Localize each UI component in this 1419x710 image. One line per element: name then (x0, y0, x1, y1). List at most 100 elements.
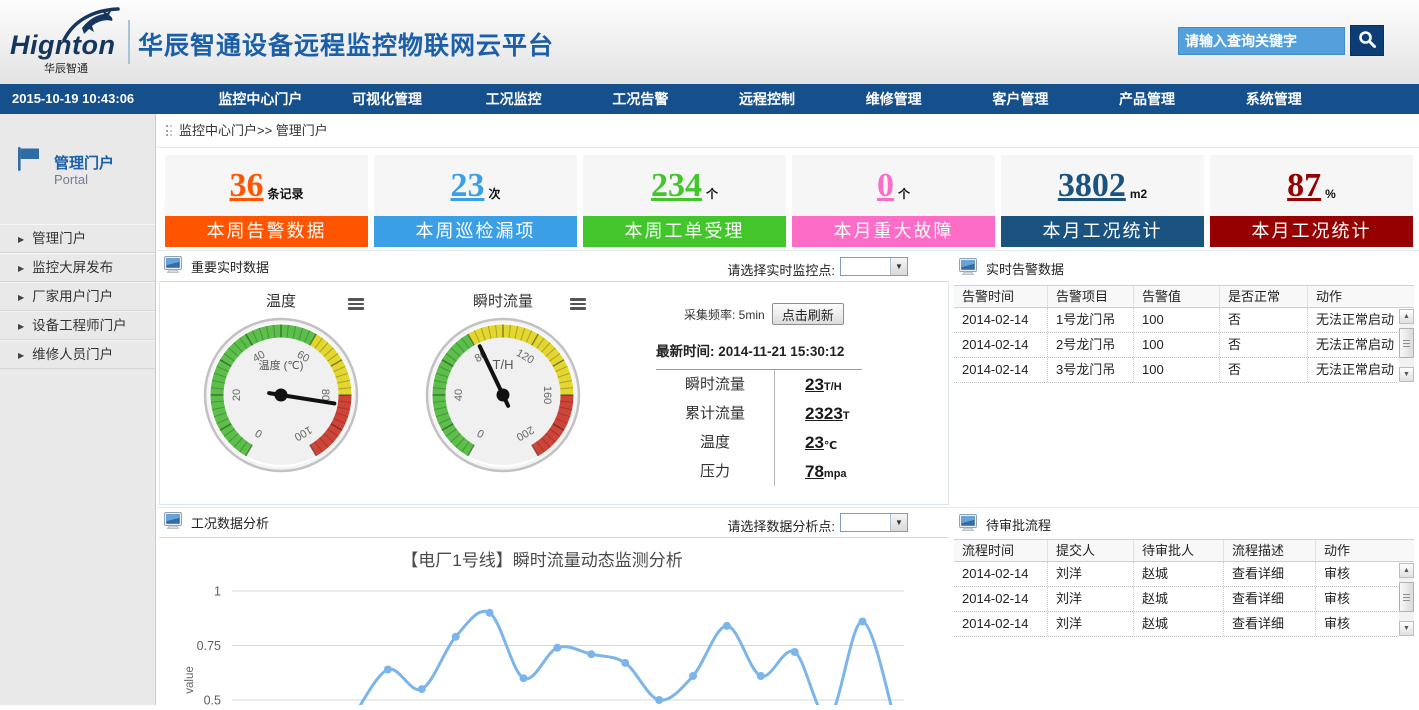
nav-item-9[interactable]: 系统管理 (1210, 84, 1337, 114)
reading-unit: T (843, 410, 850, 422)
sidebar-item-2[interactable]: ▶监控大屏发布 (0, 253, 155, 282)
stat-value: 23 (450, 169, 484, 203)
nav-item-6[interactable]: 维修管理 (830, 84, 957, 114)
flow-line-chart: 【电厂1号线】瞬时流量动态监测分析10.750.5value (159, 540, 912, 705)
analysis-point-select[interactable]: ▼ (840, 513, 908, 532)
table-row: 2014-02-141号龙门吊100否无法正常启动 (954, 308, 1397, 333)
scroll-track[interactable] (1399, 578, 1414, 621)
table-cell: 否 (1220, 308, 1308, 332)
sidebar-item-5[interactable]: ▶维修人员门户 (0, 340, 155, 369)
scrollbar[interactable]: ▲▼ (1399, 563, 1414, 636)
stat-card-3[interactable]: 234个本周工单受理 (583, 155, 786, 247)
nav-item-8[interactable]: 产品管理 (1084, 84, 1211, 114)
select-value (841, 514, 890, 531)
column-header: 告警时间 (954, 286, 1048, 307)
gauge-title: 温度 (266, 293, 296, 310)
search-input[interactable] (1178, 27, 1345, 55)
table-cell: 2014-02-14 (954, 358, 1048, 382)
scrollbar[interactable]: ▲▼ (1399, 309, 1414, 382)
scroll-thumb[interactable] (1399, 582, 1414, 612)
breadcrumb-grip-icon (166, 125, 172, 136)
gauge-dial: 020406080100温度 (℃) (201, 462, 361, 479)
column-header: 流程描述 (1224, 540, 1316, 561)
scroll-track[interactable] (1399, 324, 1414, 367)
stat-label: 本周告警数据 (165, 216, 368, 247)
monitor-icon (164, 256, 184, 276)
scroll-thumb[interactable] (1399, 328, 1414, 358)
stat-label: 本月重大故障 (792, 216, 995, 247)
sample-frequency-label: 采集频率: 5min (684, 306, 765, 323)
sidebar-item-1[interactable]: ▶管理门户 (0, 224, 155, 253)
logo-text: Hignton (10, 30, 115, 61)
stat-card-2[interactable]: 23次本周巡检漏项 (374, 155, 577, 247)
search-bar (1178, 25, 1384, 56)
table-row: 2014-02-14刘洋赵城查看详细审核 (954, 562, 1397, 587)
scroll-down-icon[interactable]: ▼ (1399, 367, 1414, 382)
hamburger-menu-icon[interactable] (570, 296, 586, 312)
table-cell: 赵城 (1134, 612, 1224, 636)
header: Hignton 华辰智通 华辰智通设备远程监控物联网云平台 (0, 0, 1419, 84)
nav-item-5[interactable]: 远程控制 (704, 84, 831, 114)
table-cell[interactable]: 审核 (1316, 612, 1397, 636)
sidebar-item-3[interactable]: ▶厂家用户门户 (0, 282, 155, 311)
reading-value: 78mpa (774, 457, 847, 486)
table-body: 2014-02-141号龙门吊100否无法正常启动2014-02-142号龙门吊… (954, 308, 1414, 383)
table-cell: 刘洋 (1048, 562, 1134, 586)
portal-title: 管理门户 (54, 152, 114, 173)
table-cell: 刘洋 (1048, 587, 1134, 611)
nav-item-3[interactable]: 工况监控 (450, 84, 577, 114)
column-header: 动作 (1308, 286, 1414, 307)
table-row: 2014-02-14刘洋赵城查看详细审核 (954, 587, 1397, 612)
column-header: 动作 (1316, 540, 1414, 561)
stat-label: 本周巡检漏项 (374, 216, 577, 247)
monitor-icon (959, 514, 979, 534)
nav-item-7[interactable]: 客户管理 (957, 84, 1084, 114)
approval-section-header: 待审批流程 (954, 510, 1414, 540)
reading-row: 温度23℃ (656, 428, 944, 457)
stat-unit: 次 (488, 185, 500, 202)
sidebar-item-4[interactable]: ▶设备工程师门户 (0, 311, 155, 340)
stat-unit: m2 (1130, 187, 1147, 201)
nav-item-4[interactable]: 工况告警 (577, 84, 704, 114)
chevron-down-icon[interactable]: ▼ (890, 514, 907, 531)
nav-item-2[interactable]: 可视化管理 (324, 84, 451, 114)
alarm-section-title: 实时告警数据 (959, 258, 1064, 278)
scroll-up-icon[interactable]: ▲ (1399, 563, 1414, 578)
sidebar: 管理门户 Portal ▶管理门户▶监控大屏发布▶厂家用户门户▶设备工程师门户▶… (0, 114, 156, 705)
table-cell: 2号龙门吊 (1048, 333, 1134, 357)
stat-card-value-area: 23次 (374, 155, 577, 216)
scroll-down-icon[interactable]: ▼ (1399, 621, 1414, 636)
stat-card-5[interactable]: 3802m2本月工况统计 (1001, 155, 1204, 247)
stat-card-6[interactable]: 87%本月工况统计 (1210, 155, 1413, 247)
stat-card-4[interactable]: 0个本月重大故障 (792, 155, 995, 247)
reading-name: 压力 (656, 457, 774, 486)
stat-value: 234 (651, 169, 702, 203)
approval-section-title: 待审批流程 (959, 514, 1051, 534)
logo-divider (128, 20, 130, 64)
svg-text:0.5: 0.5 (204, 694, 221, 706)
readings-panel: 采集频率: 5min 点击刷新 最新时间: 2014-11-21 15:30:1… (656, 303, 944, 486)
table-cell[interactable]: 审核 (1316, 587, 1397, 611)
stat-card-1[interactable]: 36条记录本周告警数据 (165, 155, 368, 247)
realtime-section-header: 重要实时数据 请选择实时监控点: ▼ (159, 252, 949, 282)
scroll-up-icon[interactable]: ▲ (1399, 309, 1414, 324)
stat-card-value-area: 87% (1210, 155, 1413, 216)
table-cell: 2014-02-14 (954, 333, 1048, 357)
flow-gauge: 瞬时流量04080120160200T/H (418, 289, 588, 480)
table-cell[interactable]: 查看详细 (1224, 587, 1316, 611)
analysis-point-select-label: 请选择数据分析点: (693, 516, 835, 535)
search-button[interactable] (1350, 25, 1384, 56)
svg-text:20: 20 (231, 389, 243, 401)
monitor-point-select[interactable]: ▼ (840, 257, 908, 276)
reading-row: 累计流量2323T (656, 399, 944, 428)
refresh-button[interactable]: 点击刷新 (772, 303, 844, 325)
menu-arrow-icon: ▶ (18, 322, 24, 331)
table-cell[interactable]: 审核 (1316, 562, 1397, 586)
reading-name: 累计流量 (656, 399, 774, 428)
table-cell[interactable]: 查看详细 (1224, 612, 1316, 636)
nav-item-1[interactable]: 监控中心门户 (197, 84, 324, 114)
chevron-down-icon[interactable]: ▼ (890, 258, 907, 275)
stat-value: 0 (877, 169, 894, 203)
hamburger-menu-icon[interactable] (348, 296, 364, 312)
table-cell[interactable]: 查看详细 (1224, 562, 1316, 586)
